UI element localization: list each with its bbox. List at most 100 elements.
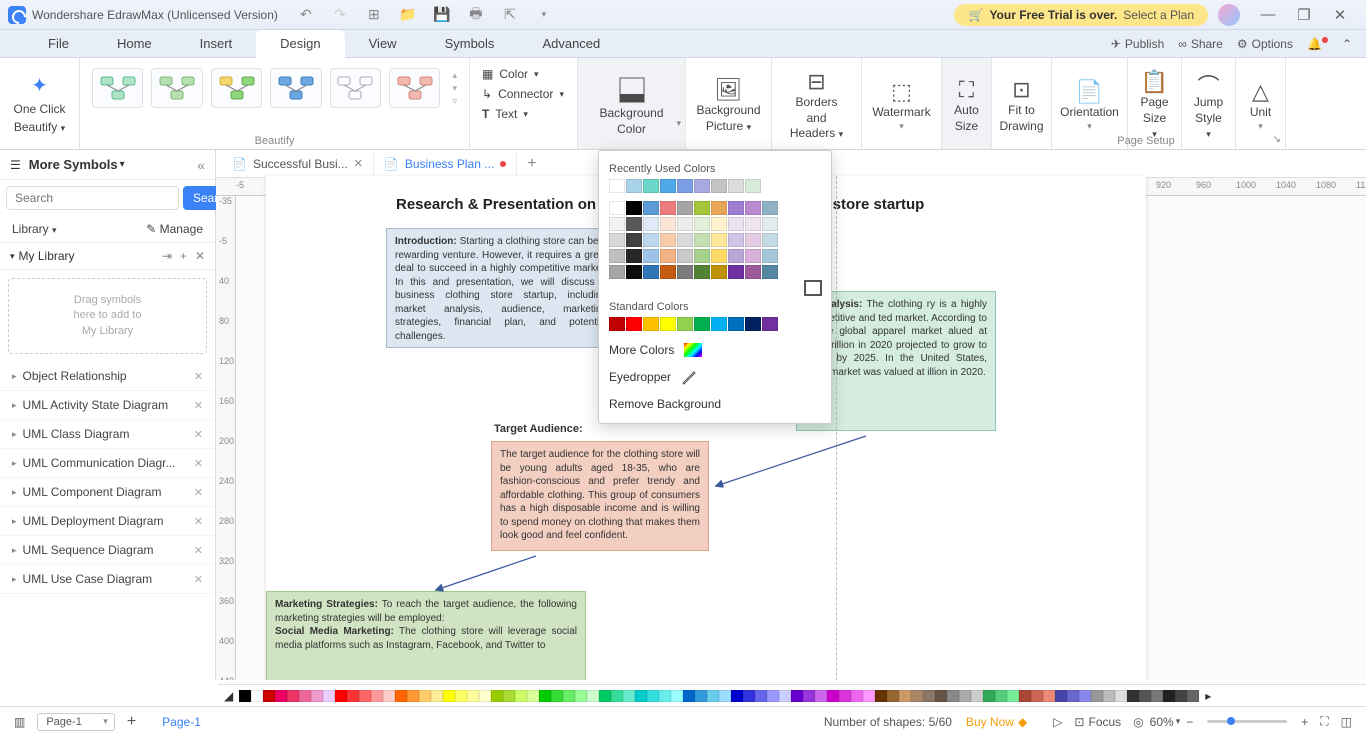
theme-swatch-1[interactable] (92, 68, 143, 108)
trial-banner[interactable]: 🛒 Your Free Trial is over. Select a Plan (954, 4, 1208, 26)
palette-swatch[interactable] (539, 690, 551, 702)
color-swatch[interactable] (745, 317, 761, 331)
watermark-button[interactable]: ⬚ Watermark ▾ (862, 58, 942, 149)
palette-swatch[interactable] (563, 690, 575, 702)
color-swatch[interactable] (609, 317, 625, 331)
collapse-sidebar-icon[interactable]: « (197, 157, 205, 173)
palette-swatch[interactable] (1163, 690, 1175, 702)
color-swatch[interactable] (728, 317, 744, 331)
color-swatch[interactable] (694, 233, 710, 247)
zoom-level[interactable]: 60% (1150, 715, 1174, 729)
palette-swatch[interactable] (371, 690, 383, 702)
color-swatch[interactable] (626, 179, 642, 193)
menu-design[interactable]: Design (256, 30, 344, 58)
palette-swatch[interactable] (443, 690, 455, 702)
color-swatch[interactable] (762, 249, 778, 263)
palette-swatch[interactable] (1007, 690, 1019, 702)
chevron-down-icon[interactable]: ▾ (10, 251, 15, 262)
palette-swatch[interactable] (431, 690, 443, 702)
page-selector[interactable]: Page-1 (37, 713, 114, 731)
more-colors-button[interactable]: More Colors (609, 337, 821, 363)
palette-swatch[interactable] (743, 690, 755, 702)
palette-swatch[interactable] (551, 690, 563, 702)
color-swatch[interactable] (677, 317, 693, 331)
color-swatch[interactable] (728, 201, 744, 215)
auto-size-button[interactable]: ⛶ AutoSize (942, 58, 992, 149)
color-swatch[interactable] (660, 249, 676, 263)
palette-swatch[interactable] (731, 690, 743, 702)
palette-swatch[interactable] (851, 690, 863, 702)
palette-swatch[interactable] (1067, 690, 1079, 702)
palette-swatch[interactable] (323, 690, 335, 702)
palette-swatch[interactable] (1043, 690, 1055, 702)
palette-swatch[interactable] (335, 690, 347, 702)
more-symbols-label[interactable]: More Symbols (29, 157, 118, 172)
color-swatch[interactable] (711, 249, 727, 263)
palette-swatch[interactable] (1175, 690, 1187, 702)
color-swatch[interactable] (745, 179, 761, 193)
manage-button[interactable]: ✎ Manage (146, 222, 203, 236)
palette-swatch[interactable] (263, 690, 275, 702)
color-swatch[interactable] (609, 201, 625, 215)
undo-icon[interactable]: ↶ (298, 7, 314, 23)
palette-swatch[interactable] (491, 690, 503, 702)
palette-swatch[interactable] (275, 690, 287, 702)
save-icon[interactable]: 💾 (434, 7, 450, 23)
color-swatch[interactable] (626, 233, 642, 247)
palette-swatch[interactable] (767, 690, 779, 702)
menu-insert[interactable]: Insert (176, 30, 257, 58)
qa-dropdown-icon[interactable]: ▾ (536, 7, 552, 23)
palette-swatch[interactable] (707, 690, 719, 702)
chevron-down-icon[interactable]: ▾ (120, 159, 125, 170)
palette-swatch[interactable] (383, 690, 395, 702)
color-swatch[interactable] (677, 179, 693, 193)
palette-swatch[interactable] (347, 690, 359, 702)
new-icon[interactable]: ⊞ (366, 7, 382, 23)
print-icon[interactable]: 🖶 (468, 7, 484, 23)
close-icon[interactable]: ✕ (194, 428, 203, 441)
color-swatch[interactable] (609, 217, 625, 231)
palette-more-icon[interactable]: ▸ (1205, 689, 1211, 703)
category-item[interactable]: ▸UML Communication Diagr...✕ (0, 449, 215, 478)
palette-swatch[interactable] (479, 690, 491, 702)
close-button[interactable]: ✕ (1322, 6, 1358, 24)
palette-swatch[interactable] (887, 690, 899, 702)
color-swatch[interactable] (728, 249, 744, 263)
color-swatch[interactable] (660, 317, 676, 331)
palette-swatch[interactable] (671, 690, 683, 702)
color-swatch[interactable] (711, 265, 727, 279)
palette-swatch[interactable] (755, 690, 767, 702)
theme-swatch-3[interactable] (211, 68, 262, 108)
palette-swatch[interactable] (251, 690, 263, 702)
add-page-button[interactable]: + (121, 711, 142, 733)
minimize-button[interactable]: — (1250, 6, 1286, 23)
palette-swatch[interactable] (455, 690, 467, 702)
palette-swatch[interactable] (695, 690, 707, 702)
category-item[interactable]: ▸UML Activity State Diagram✕ (0, 391, 215, 420)
palette-swatch[interactable] (875, 690, 887, 702)
category-item[interactable]: ▸UML Use Case Diagram✕ (0, 565, 215, 594)
palette-swatch[interactable] (863, 690, 875, 702)
presentation-icon[interactable]: ▷ (1047, 713, 1068, 731)
color-swatch[interactable] (643, 249, 659, 263)
color-swatch[interactable] (745, 201, 761, 215)
collapse-ribbon-icon[interactable]: ⌃ (1342, 37, 1352, 51)
palette-swatch[interactable] (911, 690, 923, 702)
palette-swatch[interactable] (791, 690, 803, 702)
color-swatch[interactable] (762, 233, 778, 247)
unit-button[interactable]: △ Unit ▾ Page Setup ↘ (1236, 58, 1286, 149)
options-button[interactable]: ⚙Options (1237, 37, 1293, 51)
close-icon[interactable]: ✕ (194, 370, 203, 383)
color-swatch[interactable] (745, 217, 761, 231)
color-swatch[interactable] (711, 233, 727, 247)
color-swatch[interactable] (745, 233, 761, 247)
theme-more-icon[interactable]: ▿ (452, 96, 457, 107)
category-item[interactable]: ▸UML Deployment Diagram✕ (0, 507, 215, 536)
color-swatch[interactable] (643, 233, 659, 247)
color-swatch[interactable] (711, 201, 727, 215)
category-item[interactable]: ▸UML Sequence Diagram✕ (0, 536, 215, 565)
color-swatch[interactable] (660, 265, 676, 279)
palette-swatch[interactable] (947, 690, 959, 702)
close-tab-icon[interactable]: ✕ (354, 157, 363, 170)
palette-swatch[interactable] (1079, 690, 1091, 702)
